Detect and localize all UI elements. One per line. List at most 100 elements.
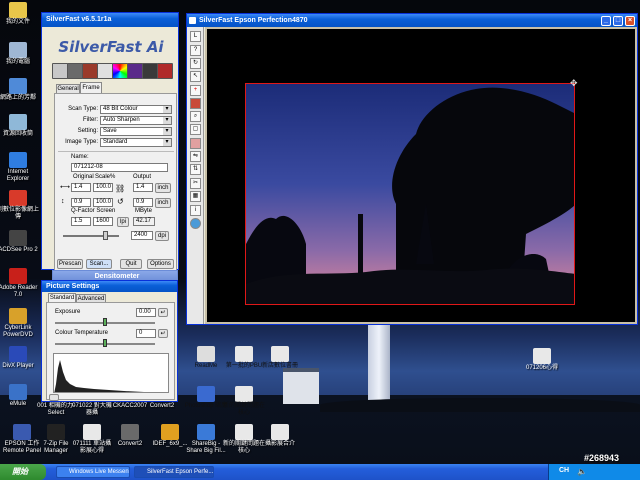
chain-link-icon[interactable]: ⛓ — [115, 184, 125, 193]
scan-type-select[interactable]: 48 Bit Colour — [100, 105, 172, 114]
colour-temperature-reset-button[interactable]: ↵ — [158, 329, 168, 338]
desktop-icon[interactable]: Adobe Reader 7.0 — [0, 268, 40, 299]
desktop-icon[interactable]: 資源回收筒 — [0, 114, 40, 138]
tool-l-icon[interactable]: L — [190, 31, 201, 42]
start-label: 開始 — [12, 467, 28, 476]
scan-button[interactable]: Scan... — [86, 259, 112, 269]
preview-canvas[interactable]: ✥ — [205, 27, 637, 324]
frame-handle-icon[interactable]: ✥ — [570, 78, 578, 89]
desktop-icon[interactable]: 我的文件 — [0, 2, 40, 26]
exposure-field[interactable]: 0.00 — [136, 308, 156, 317]
rotate-view-icon[interactable]: ↻ — [190, 58, 201, 69]
histogram-icon[interactable] — [67, 63, 83, 79]
desktop-icon-label: 網路上的芳鄰 — [0, 95, 36, 101]
desktop-icon[interactable]: 到數位影像網上傳 — [0, 190, 40, 221]
shortcut-icon — [9, 78, 27, 94]
desktop-icon[interactable]: ACDSee Pro 2 — [0, 230, 40, 254]
flip-icon[interactable]: ⇅ — [190, 164, 201, 175]
colour-temperature-slider[interactable] — [55, 339, 155, 347]
lighthouse-tower — [368, 322, 390, 402]
exposure-slider[interactable] — [55, 318, 155, 326]
desktop-icon[interactable]: 新的關鍵問題在核心 — [222, 386, 266, 417]
quit-button[interactable]: Quit — [120, 259, 142, 269]
pointer-icon[interactable]: ↖ — [190, 71, 201, 82]
color-correction-icon[interactable] — [112, 63, 128, 79]
desktop-icon[interactable]: 我的電腦 — [0, 42, 40, 66]
densitometer-icon[interactable] — [190, 98, 201, 109]
height-unit-select[interactable]: inch — [155, 198, 171, 208]
height-output-field[interactable]: 0.9 — [133, 198, 153, 207]
zoom-icon[interactable] — [52, 63, 68, 79]
exposure-slider-thumb[interactable] — [103, 318, 107, 326]
usm-icon[interactable] — [142, 63, 158, 79]
width-scale-field[interactable]: 100.0 — [93, 183, 113, 192]
volume-icon[interactable]: 🔈 — [577, 467, 587, 476]
mbyte-field: 42.17 — [133, 217, 155, 226]
task-silverfast[interactable]: SilverFast Epson Perfe... — [134, 466, 214, 478]
height-original-field[interactable]: 0.9 — [71, 198, 91, 207]
width-output-field[interactable]: 1.4 — [133, 183, 153, 192]
histogram-toggle-button[interactable] — [49, 394, 59, 401]
selective-color-icon[interactable] — [127, 63, 143, 79]
colour-temperature-slider-thumb[interactable] — [103, 339, 107, 347]
name-field[interactable]: 071212-08 — [71, 163, 168, 172]
resolution-slider-thumb[interactable] — [103, 231, 108, 240]
info-icon[interactable]: i — [190, 205, 201, 216]
cut-icon[interactable]: ✂ — [190, 178, 201, 189]
resolution-field[interactable]: 2400 — [131, 231, 153, 240]
minimize-button[interactable]: _ — [601, 16, 611, 26]
desktop-icon[interactable]: CyberLink PowerDVD — [0, 308, 40, 339]
loupe-icon[interactable]: ⌕ — [190, 111, 201, 122]
silverfast-logo: SilverFast Ai — [58, 38, 164, 56]
grid-icon[interactable]: ▦ — [190, 191, 201, 202]
exposure-reset-button[interactable]: ↵ — [158, 308, 168, 317]
resolution-unit-select[interactable]: dpi — [155, 231, 169, 241]
gradation-icon[interactable] — [82, 63, 98, 79]
desktop-icon[interactable]: Internet Explorer — [0, 152, 40, 183]
qfactor-field[interactable]: 1.5 — [71, 217, 91, 226]
desktop-icon[interactable]: 071206心得 — [520, 348, 564, 372]
curve-icon[interactable] — [97, 63, 113, 79]
silverfast-titlebar[interactable]: SilverFast v6.5.1r1a — [42, 13, 178, 27]
resolution-slider[interactable] — [63, 231, 119, 240]
help-icon[interactable]: ? — [190, 45, 201, 56]
desktop-icon-label: CyberLink PowerDVD — [3, 325, 33, 338]
histogram-curve — [54, 360, 144, 392]
image-type-select[interactable]: Standard — [100, 138, 172, 147]
frame-icon[interactable]: ▢ — [190, 124, 201, 135]
preview-titlebar[interactable]: SilverFast Epson Perfection4870 _ □ × — [187, 14, 637, 27]
screen-unit-select[interactable]: lpi — [117, 217, 129, 227]
close-button[interactable]: × — [625, 16, 635, 26]
prescan-button[interactable]: Prescan — [57, 259, 83, 269]
mirror-icon[interactable]: ⇋ — [190, 151, 201, 162]
descreen-icon[interactable] — [157, 63, 173, 79]
desktop-icon[interactable]: Convert2 — [108, 424, 152, 448]
task-messenger[interactable]: Windows Live Messen... — [56, 466, 130, 478]
desktop-icon[interactable]: 攝影展合介 — [258, 424, 302, 448]
height-scale-field[interactable]: 100.0 — [93, 198, 113, 207]
desktop-icon-label: Adobe Reader 7.0 — [0, 285, 38, 298]
setting-select[interactable]: Save — [100, 127, 172, 136]
desktop-icon[interactable]: 網路上的芳鄰 — [0, 78, 40, 102]
building — [283, 368, 319, 404]
desktop-icon[interactable]: DivX Player — [0, 346, 40, 370]
maximize-button[interactable]: □ — [613, 16, 623, 26]
colour-temperature-field[interactable]: 0 — [136, 329, 156, 338]
width-original-field[interactable]: 1.4 — [71, 183, 91, 192]
options-button[interactable]: Options — [147, 259, 174, 269]
mbyte-label: MByte — [135, 208, 153, 214]
scan-frame[interactable] — [245, 83, 575, 305]
crosshair-icon[interactable]: + — [190, 85, 201, 96]
picture-settings-titlebar[interactable]: Picture Settings — [42, 281, 177, 292]
filter-select[interactable]: Auto Sharpen — [100, 116, 172, 125]
qfactor-label: Q-Factor Screen — [71, 208, 116, 214]
desktop-icon[interactable]: 新店數位書冊 — [258, 346, 302, 370]
rotate-icon[interactable]: ↺ — [117, 197, 124, 206]
start-button[interactable]: 開始 — [0, 464, 46, 480]
color-picker-icon[interactable] — [190, 138, 201, 149]
desktop-icon-label: 新的關鍵問題在核心 — [222, 403, 265, 416]
globe-icon[interactable] — [190, 218, 201, 229]
screen-field[interactable]: 1600 — [93, 217, 113, 226]
language-indicator[interactable]: CH — [559, 467, 569, 474]
width-unit-select[interactable]: inch — [155, 183, 171, 193]
